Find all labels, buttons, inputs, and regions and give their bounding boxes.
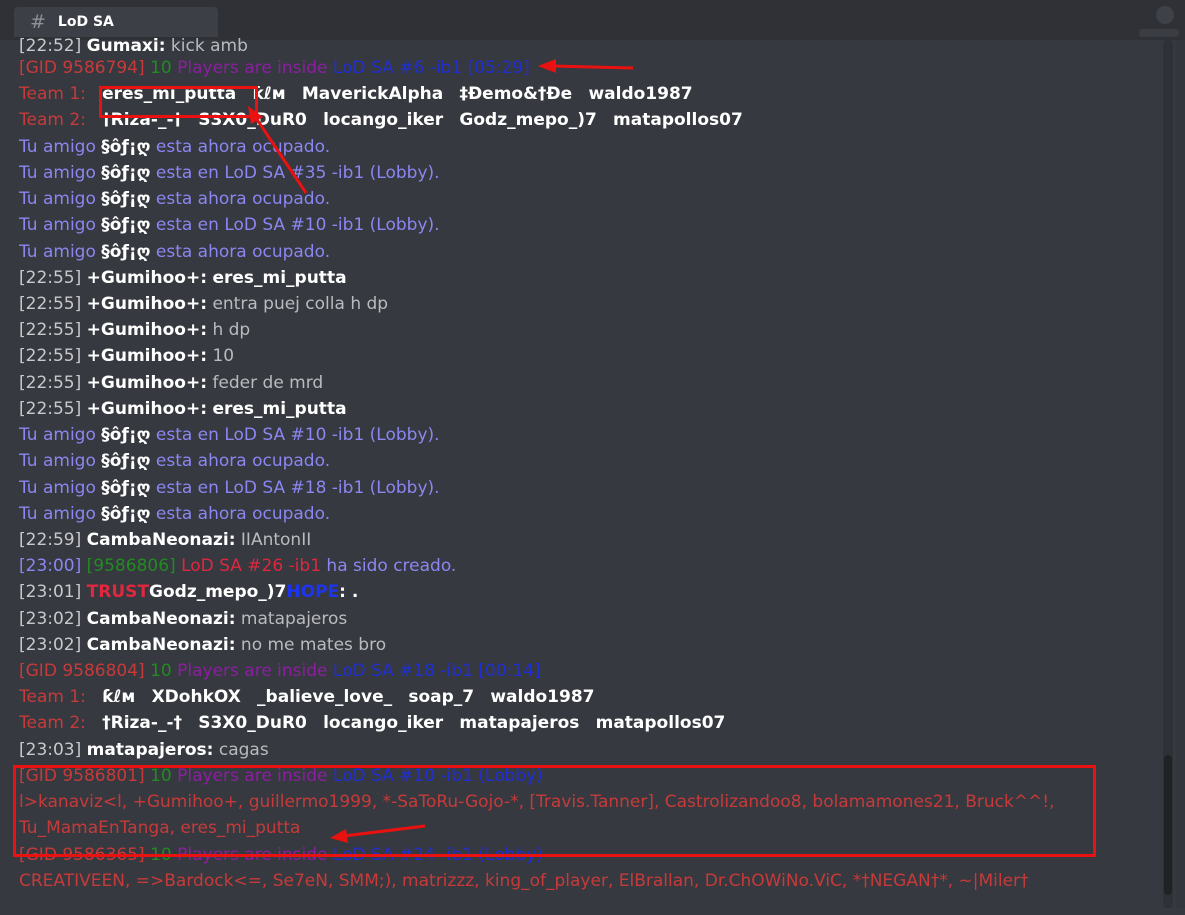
chat-line: [22:52] Gumaxi: kick amb — [19, 38, 248, 55]
player-name: eres_mi_putta — [102, 84, 237, 105]
window-control-icon[interactable] — [1156, 6, 1174, 24]
player-name: S3X0_DuR0 — [198, 110, 307, 131]
team-line: Team 1: ƙℓм XDohkOX _balieve_love_ soap_… — [19, 687, 595, 708]
player-name: Godz_mepo_)7 — [459, 110, 597, 131]
right-gutter — [1176, 40, 1185, 908]
friend-status-line: Tu amigo §ôƒ¡ღ esta en LoD SA #10 -ib1 (… — [19, 215, 440, 236]
chat-log: [22:52] Gumaxi: kick amb [GID 9586794] 1… — [0, 38, 1160, 908]
player-name: _balieve_love_ — [257, 687, 393, 708]
chat-message: [23:02] CambaNeonazi: matapajeros — [19, 608, 348, 629]
chat-message: [23:03] matapajeros: cagas — [19, 739, 269, 760]
player-name: ‡Ðemo&†Ðe — [459, 84, 573, 105]
player-list-line: l>kanaviz<l, +Gumihoo+, guillermo1999, *… — [19, 792, 1055, 813]
game-info-line: [GID 9586801] 10 Players are inside LoD … — [19, 765, 543, 786]
player-name: waldo1987 — [588, 84, 693, 105]
team-line: Team 2: †Riza-_-† S3X0_DuR0 locango_iker… — [19, 713, 726, 734]
player-name: matapollos07 — [613, 110, 743, 131]
friend-status-line: Tu amigo §ôƒ¡ღ esta ahora ocupado. — [19, 136, 331, 157]
game-info-line: [GID 9586804] 10 Players are inside LoD … — [19, 661, 541, 682]
friend-status-line: Tu amigo §ôƒ¡ღ esta ahora ocupado. — [19, 503, 331, 524]
chat-message: [22:55] +Gumihoo+: eres_mi_putta — [19, 398, 347, 419]
player-name: †Riza-_-† — [102, 713, 183, 734]
player-name: S3X0_DuR0 — [198, 713, 307, 734]
chat-message: [22:55] +Gumihoo+: eres_mi_putta — [19, 267, 347, 288]
friend-status-line: Tu amigo §ôƒ¡ღ esta ahora ocupado. — [19, 189, 331, 210]
team-line: Team 1: eres_mi_putta ƙℓм MaverickAlpha … — [19, 84, 693, 105]
tab-lod-sa[interactable]: # LoD SA — [14, 7, 218, 37]
tab-bar: # LoD SA — [0, 0, 1185, 40]
chat-message: [23:02] CambaNeonazi: no me mates bro — [19, 634, 387, 655]
player-name: MaverickAlpha — [301, 84, 444, 105]
chat-message: [22:55] +Gumihoo+: h dp — [19, 320, 251, 341]
team-line: Team 2: †Riza-_-† S3X0_DuR0 locango_iker… — [19, 110, 743, 131]
player-list-line: CREATIVEEN, =>Bardock<=, Se7eN, SMM;), m… — [19, 870, 1029, 891]
friend-status-line: Tu amigo §ôƒ¡ღ esta ahora ocupado. — [19, 241, 331, 262]
player-name: matapajeros — [459, 713, 580, 734]
scrollbar-thumb[interactable] — [1164, 755, 1172, 895]
friend-status-line: Tu amigo §ôƒ¡ღ esta ahora ocupado. — [19, 451, 331, 472]
chat-message: [22:55] +Gumihoo+: 10 — [19, 346, 235, 367]
friend-status-line: Tu amigo §ôƒ¡ღ esta en LoD SA #18 -ib1 (… — [19, 477, 440, 498]
player-list-line: Tu_MamaEnTanga, eres_mi_putta — [19, 818, 301, 839]
player-name: †Riza-_-† — [102, 110, 183, 131]
game-info-line: [GID 9586365] 10 Players are inside LoD … — [19, 844, 543, 865]
player-name: waldo1987 — [490, 687, 595, 708]
toolbar-handle-icon[interactable] — [1139, 29, 1179, 37]
hash-icon: # — [30, 11, 46, 33]
chat-message: [22:55] +Gumihoo+: feder de mrd — [19, 372, 324, 393]
player-name: soap_7 — [408, 687, 475, 708]
player-name: locango_iker — [323, 110, 444, 131]
game-created-line: [23:00] [9586806] LoD SA #26 -ib1 ha sid… — [19, 556, 457, 577]
friend-status-line: Tu amigo §ôƒ¡ღ esta en LoD SA #35 -ib1 (… — [19, 162, 440, 183]
player-name: ƙℓм — [102, 687, 136, 708]
player-name: locango_iker — [323, 713, 444, 734]
chat-message: [22:59] CambaNeonazi: IIAntonII — [19, 529, 312, 550]
tab-label: LoD SA — [57, 14, 114, 30]
player-name: ƙℓм — [252, 84, 286, 105]
game-info-line: [GID 9586794] 10 Players are inside LoD … — [19, 58, 530, 78]
player-name: XDohkOX — [151, 687, 241, 708]
chat-message: [22:55] +Gumihoo+: entra puej colla h dp — [19, 293, 389, 314]
friend-status-line: Tu amigo §ôƒ¡ღ esta en LoD SA #10 -ib1 (… — [19, 425, 440, 446]
chat-message: [23:01] TRUSTGodz_mepo_)7HOPE: . — [19, 582, 359, 603]
player-name: matapollos07 — [595, 713, 726, 734]
